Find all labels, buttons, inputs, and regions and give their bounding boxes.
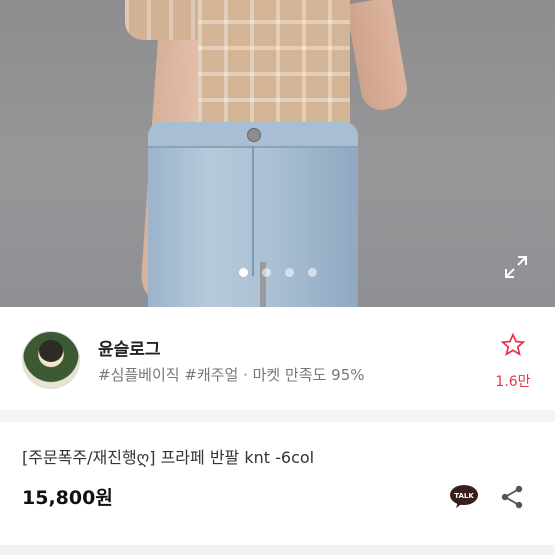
carousel-dot[interactable] (307, 268, 317, 277)
like-button[interactable]: 1.6만 (488, 332, 538, 392)
sweater-sleeve (125, 0, 205, 40)
talk-icon: TALK (450, 485, 478, 508)
talk-button[interactable]: TALK (449, 484, 479, 508)
carousel-dot[interactable] (284, 268, 294, 277)
share-icon (501, 485, 523, 509)
carousel-dots (0, 268, 555, 277)
knit-top (198, 0, 350, 138)
seller-row[interactable]: 윤슬로그 #심플베이직 #캐주얼 · 마켓 만족도 95% 1.6만 (0, 307, 555, 411)
share-button[interactable] (499, 484, 525, 510)
bottom-divider (0, 545, 555, 555)
product-price: 15,800원 (22, 487, 113, 509)
product-title: [주문폭주/재진행ღ] 프라페 반팔 knt -6col (22, 448, 315, 467)
model-arm (345, 0, 411, 114)
seller-avatar[interactable] (22, 331, 80, 389)
seller-tags: #심플베이직 #캐주얼 · 마켓 만족도 95% (98, 366, 365, 384)
carousel-dot[interactable] (238, 268, 248, 277)
svg-text:TALK: TALK (454, 492, 474, 500)
like-count: 1.6만 (495, 374, 531, 390)
seller-name[interactable]: 윤슬로그 (98, 335, 161, 360)
carousel-dot[interactable] (261, 268, 271, 277)
product-image[interactable] (0, 0, 555, 307)
section-divider (0, 410, 555, 422)
expand-icon[interactable] (503, 254, 529, 280)
star-icon (500, 332, 526, 364)
jeans (148, 122, 358, 307)
